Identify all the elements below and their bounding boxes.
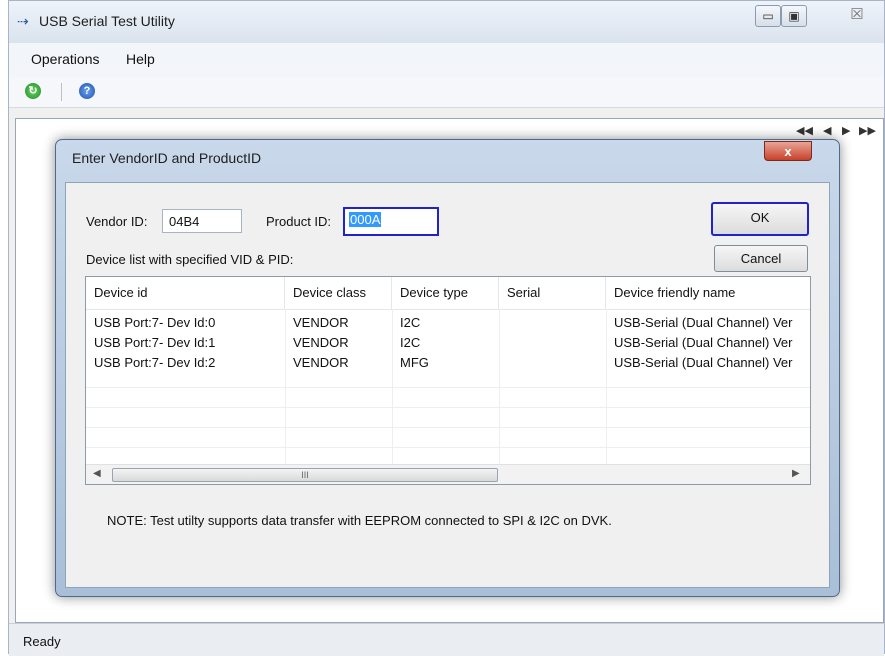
device-list-label: Device list with specified VID & PID:	[86, 252, 294, 267]
dialog-body: Vendor ID: 04B4 Product ID: 000A OK Canc…	[65, 182, 830, 588]
cell-device-type: MFG	[400, 355, 429, 370]
dialog-close-button[interactable]: x	[764, 141, 812, 161]
grid-line	[86, 407, 810, 408]
vendor-id-input[interactable]: 04B4	[162, 209, 242, 233]
cell-device-class: VENDOR	[293, 335, 349, 350]
ok-button[interactable]: OK	[711, 202, 809, 236]
product-id-selection: 000A	[349, 212, 382, 227]
dialog-title: Enter VendorID and ProductID	[72, 150, 262, 166]
status-text: Ready	[23, 634, 61, 649]
column-serial[interactable]: Serial	[499, 277, 606, 309]
column-device-class[interactable]: Device class	[285, 277, 392, 309]
nav-next-icon[interactable]: ▶	[842, 124, 850, 137]
grid-line	[86, 387, 810, 388]
cell-device-class: VENDOR	[293, 315, 349, 330]
window-close-button[interactable]: ☒	[835, 5, 879, 27]
column-friendly-name[interactable]: Device friendly name	[606, 277, 810, 309]
cell-friendly-name: USB-Serial (Dual Channel) Ver	[614, 335, 793, 350]
scroll-right-icon[interactable]: ▶	[792, 468, 800, 479]
menu-help[interactable]: Help	[126, 51, 155, 67]
cell-friendly-name: USB-Serial (Dual Channel) Ver	[614, 355, 793, 370]
cell-device-type: I2C	[400, 315, 421, 330]
refresh-icon[interactable]: ↻	[25, 83, 41, 99]
cell-device-class: VENDOR	[293, 355, 349, 370]
nav-last-icon[interactable]: ▶▶	[859, 124, 876, 137]
toolbar-separator	[61, 83, 62, 101]
vendor-id-label: Vendor ID:	[86, 214, 148, 229]
cell-device-id: USB Port:7- Dev Id:0	[94, 315, 216, 330]
horizontal-scrollbar[interactable]: ◀ III ▶	[86, 464, 810, 484]
menu-operations[interactable]: Operations	[31, 51, 99, 67]
usb-icon: ⇢	[17, 13, 29, 29]
note-text: NOTE: Test utilty supports data transfer…	[107, 513, 612, 528]
menu-bar: Operations Help	[9, 43, 884, 77]
toolbar: ↻ ?	[9, 77, 884, 108]
title-bar[interactable]: ⇢ USB Serial Test Utility ▭ ▣ ☒	[9, 1, 884, 43]
minimize-button[interactable]: ▭	[755, 5, 781, 27]
cell-device-id: USB Port:7- Dev Id:1	[94, 335, 216, 350]
device-list-header: Device id Device class Device type Seria…	[86, 277, 810, 310]
scroll-left-icon[interactable]: ◀	[93, 468, 101, 479]
cell-friendly-name: USB-Serial (Dual Channel) Ver	[614, 315, 793, 330]
vendor-product-dialog: Enter VendorID and ProductID x Vendor ID…	[55, 139, 840, 597]
product-id-label: Product ID:	[266, 214, 332, 229]
table-row[interactable]: USB Port:7- Dev Id:0 VENDOR I2C USB-Seri…	[86, 315, 810, 335]
column-device-type[interactable]: Device type	[392, 277, 499, 309]
grid-line	[86, 447, 810, 448]
cell-device-type: I2C	[400, 335, 421, 350]
status-bar: Ready	[9, 623, 884, 656]
window-title: USB Serial Test Utility	[39, 13, 175, 29]
help-icon[interactable]: ?	[79, 83, 95, 99]
product-id-input[interactable]: 000A	[343, 207, 439, 236]
table-row[interactable]: USB Port:7- Dev Id:2 VENDOR MFG USB-Seri…	[86, 355, 810, 375]
cancel-button[interactable]: Cancel	[714, 245, 808, 272]
nav-prev-icon[interactable]: ◀	[823, 124, 831, 137]
cell-device-id: USB Port:7- Dev Id:2	[94, 355, 216, 370]
grid-line	[86, 427, 810, 428]
maximize-button[interactable]: ▣	[781, 5, 807, 27]
device-list[interactable]: Device id Device class Device type Seria…	[85, 276, 811, 485]
table-row[interactable]: USB Port:7- Dev Id:1 VENDOR I2C USB-Seri…	[86, 335, 810, 355]
scroll-thumb[interactable]: III	[112, 468, 498, 482]
nav-first-icon[interactable]: ◀◀	[796, 124, 813, 137]
column-device-id[interactable]: Device id	[86, 277, 285, 309]
